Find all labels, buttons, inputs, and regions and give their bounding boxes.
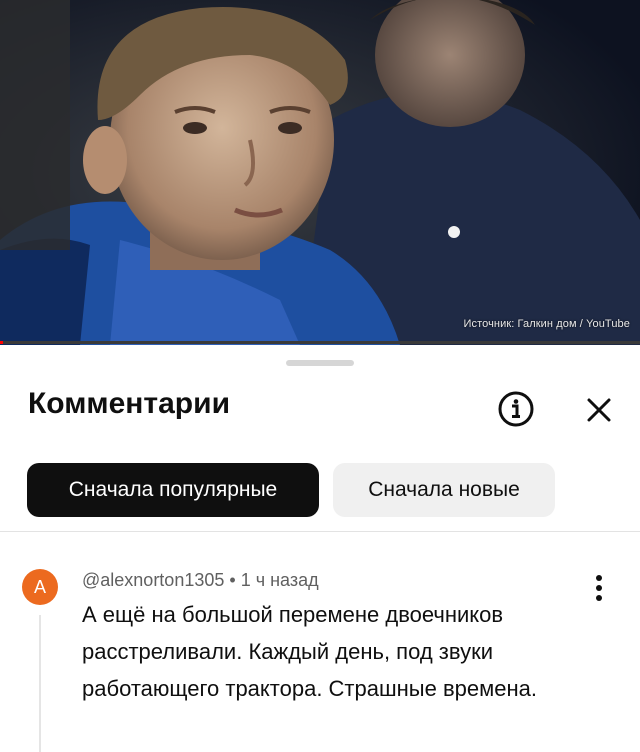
video-source-caption: Источник: Галкин дом / YouTube (463, 318, 630, 330)
video-player[interactable]: Источник: Галкин дом / YouTube (0, 0, 640, 345)
comment-time: 1 ч назад (240, 570, 319, 590)
avatar[interactable]: A (22, 569, 58, 605)
close-button[interactable] (580, 391, 618, 429)
comment-text: А ещё на большой перемене двоечников рас… (82, 602, 537, 701)
info-icon (498, 391, 534, 427)
video-progress-bar[interactable] (0, 341, 640, 344)
comment-author[interactable]: @alexnorton1305 (82, 570, 224, 590)
thread-line (39, 615, 41, 752)
meta-separator: • (229, 570, 236, 590)
comments-title: Комментарии (28, 387, 231, 420)
video-progress-fill (0, 341, 3, 344)
sort-chips: Сначала популярные Сначала новые (27, 463, 555, 517)
comment-meta: @alexnorton1305 • 1 ч назад (82, 570, 319, 591)
chip-sort-newest[interactable]: Сначала новые (333, 463, 555, 517)
close-icon (587, 398, 611, 422)
comment-more-button[interactable] (588, 571, 610, 605)
video-frame-image (0, 0, 640, 345)
info-button[interactable] (496, 389, 536, 429)
divider (0, 531, 640, 532)
more-vert-icon (596, 575, 602, 601)
comments-panel: Комментарии Сначала популярные Сначала н… (0, 345, 640, 752)
drag-handle[interactable] (286, 360, 354, 366)
chip-sort-popular[interactable]: Сначала популярные (27, 463, 319, 517)
